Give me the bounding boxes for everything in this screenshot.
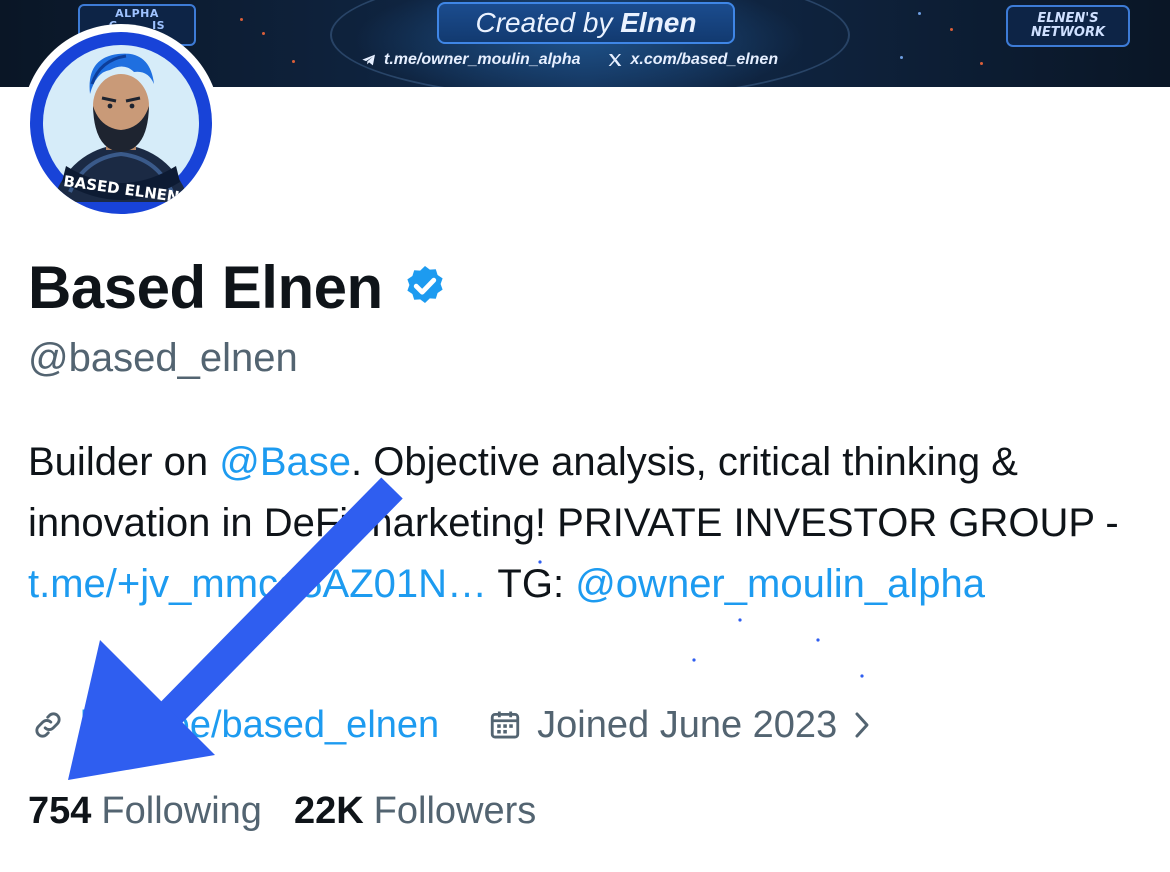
created-prefix: Created by (475, 7, 613, 38)
banner-decoration (950, 28, 953, 31)
badge-text: NETWORK (1030, 25, 1106, 40)
followers-stat[interactable]: 22K Followers (294, 790, 536, 833)
banner-decoration (918, 12, 921, 15)
name-row: Based Elnen (28, 252, 449, 322)
chevron-right-icon[interactable] (851, 708, 873, 742)
banner-decoration (240, 18, 243, 21)
join-date: Joined June 2023 (537, 703, 838, 746)
banner-decoration (292, 60, 295, 63)
annotation-dot (816, 638, 820, 642)
following-label: Following (101, 789, 262, 832)
x-logo-icon (606, 51, 624, 69)
banner-badge-right: ELNEN'S NETWORK (1006, 5, 1130, 47)
banner-x-link: x.com/based_elnen (630, 51, 779, 68)
bio-mention-base[interactable]: @Base (219, 440, 351, 484)
profile-stats: 754 Following 22K Followers (28, 786, 536, 836)
bio-text: marketing! PRIVATE INVESTOR GROUP - (348, 501, 1119, 545)
bio-mention-owner[interactable]: @owner_moulin_alpha (575, 562, 985, 606)
followers-label: Followers (373, 789, 537, 832)
avatar-image: BASED ELNEN (30, 32, 212, 214)
followers-count: 22K (293, 789, 364, 832)
following-count: 754 (28, 789, 92, 832)
profile-meta: linktr.ee/based_elnen Joined June 2023 (28, 700, 873, 750)
calendar-icon (485, 705, 525, 745)
following-stat[interactable]: 754 Following (28, 790, 262, 833)
user-handle: @based_elnen (28, 336, 298, 380)
banner-decoration (262, 32, 265, 35)
avatar-illustration: BASED ELNEN (43, 45, 199, 206)
website-link[interactable]: linktr.ee/based_elnen (80, 704, 439, 747)
profile-bio: Builder on @Base. Objective analysis, cr… (28, 432, 1148, 615)
bio-text: TG: (487, 562, 576, 606)
link-icon (28, 705, 68, 745)
banner-decoration (900, 56, 903, 59)
verified-badge-icon[interactable] (401, 263, 449, 311)
telegram-icon (360, 51, 378, 69)
display-name: Based Elnen (28, 253, 383, 321)
bio-telegram-link[interactable]: t.me/+jv_mmcq5AZ01N… (28, 562, 487, 606)
annotation-dot (692, 658, 696, 662)
banner-telegram-link: t.me/owner_moulin_alpha (384, 51, 581, 68)
annotation-dot (860, 674, 864, 678)
banner-links: t.me/owner_moulin_alpha x.com/based_elne… (360, 50, 778, 70)
bio-text: Builder on (28, 440, 220, 484)
banner-decoration (980, 62, 983, 65)
bio-text: Fi (314, 501, 349, 545)
created-name: Elnen (620, 7, 697, 38)
banner-created-by: Created by Elnen (437, 2, 735, 44)
badge-text: ELNEN'S (1037, 11, 1099, 26)
annotation-dot (738, 618, 742, 622)
profile-avatar[interactable]: BASED ELNEN (22, 24, 220, 222)
